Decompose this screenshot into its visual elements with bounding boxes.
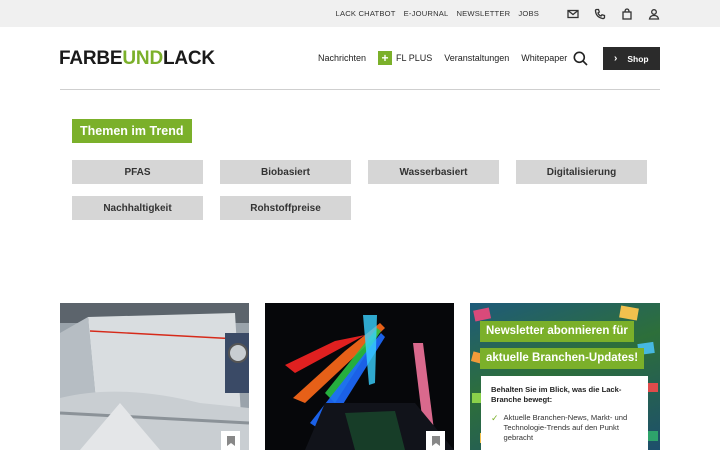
newsletter-headline-2: aktuelle Branchen-Updates! — [480, 348, 645, 369]
tag-rohstoffpreise[interactable]: Rohstoffpreise — [220, 196, 351, 220]
newsletter-lead: Behalten Sie im Blick, was die Lack-Bran… — [491, 385, 622, 404]
tag-biobasiert[interactable]: Biobasiert — [220, 160, 351, 184]
nav-fl-plus[interactable]: + FL PLUS — [378, 51, 432, 65]
link-lack-chatbot[interactable]: LACK CHATBOT — [336, 9, 396, 18]
main-nav: Nachrichten + FL PLUS Veranstaltungen Wh… — [318, 48, 579, 68]
plus-icon: + — [378, 51, 393, 65]
header-divider — [60, 89, 660, 90]
article-card-machine[interactable] — [60, 303, 249, 450]
utility-icons — [566, 7, 674, 20]
tag-pfas[interactable]: PFAS — [72, 160, 203, 184]
newsletter-benefit-text: Aktuelle Branchen-News, Markt- und Techn… — [503, 413, 628, 442]
newsletter-body: Behalten Sie im Blick, was die Lack-Bran… — [481, 376, 648, 450]
nav-nachrichten[interactable]: Nachrichten — [318, 53, 366, 63]
bookmark-icon[interactable] — [426, 431, 445, 450]
logo-part-lack: LACK — [162, 48, 215, 69]
article-image-light-spectrum — [265, 303, 454, 450]
site-logo[interactable]: FARBEUNDLACK — [59, 48, 215, 70]
newsletter-promo-card[interactable]: Newsletter abonnieren für aktuelle Branc… — [470, 303, 660, 450]
phone-icon[interactable] — [593, 7, 606, 20]
article-card-light[interactable] — [265, 303, 454, 450]
top-utility-bar: LACK CHATBOT E-JOURNAL NEWSLETTER JOBS — [0, 0, 720, 27]
search-icon[interactable] — [573, 51, 588, 66]
shop-label: Shop — [627, 53, 649, 64]
nav-veranstaltungen[interactable]: Veranstaltungen — [444, 53, 509, 63]
nav-fl-plus-label: FL PLUS — [396, 53, 433, 63]
article-image-coating-machine — [60, 303, 249, 450]
check-icon: ✓ — [491, 413, 499, 423]
logo-part-und: UND — [122, 48, 163, 69]
trends-heading: Themen im Trend — [72, 119, 192, 143]
link-newsletter[interactable]: NEWSLETTER — [456, 9, 510, 18]
chevron-right-icon: › — [614, 53, 618, 64]
utility-links: LACK CHATBOT E-JOURNAL NEWSLETTER JOBS — [328, 0, 539, 27]
tag-nachhaltigkeit[interactable]: Nachhaltigkeit — [72, 196, 203, 220]
newsletter-benefit: ✓ Aktuelle Branchen-News, Markt- und Tec… — [491, 413, 638, 443]
nav-whitepaper[interactable]: Whitepaper — [521, 53, 567, 63]
tag-wasserbasiert[interactable]: Wasserbasiert — [368, 160, 499, 184]
newsletter-headline-1: Newsletter abonnieren für — [480, 321, 634, 342]
shop-button[interactable]: › Shop — [603, 47, 660, 70]
link-jobs[interactable]: JOBS — [518, 9, 539, 18]
bookmark-icon[interactable] — [221, 431, 240, 450]
bag-icon[interactable] — [620, 7, 633, 20]
logo-part-farbe: FARBE — [59, 48, 123, 69]
tag-digitalisierung[interactable]: Digitalisierung — [516, 160, 647, 184]
user-icon[interactable] — [647, 7, 660, 20]
link-e-journal[interactable]: E-JOURNAL — [404, 9, 449, 18]
mail-icon[interactable] — [566, 7, 579, 20]
